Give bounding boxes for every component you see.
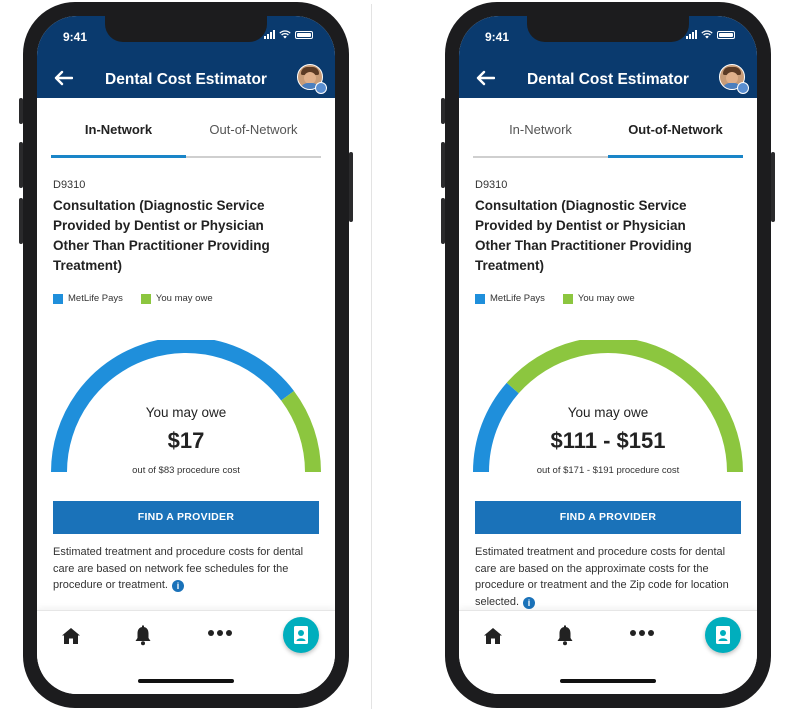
profile-card-button[interactable]: [283, 617, 319, 653]
page-title: Dental Cost Estimator: [527, 71, 689, 88]
wifi-icon: [279, 30, 291, 39]
wifi-icon: [701, 30, 713, 39]
bottom-nav: [459, 610, 757, 694]
legend-swatch-pays: [475, 293, 485, 304]
procedure-code: D9310: [475, 179, 508, 191]
status-icons: [264, 30, 313, 39]
profile-card-icon: [294, 626, 308, 644]
estimate-label: You may owe: [145, 405, 227, 420]
battery-icon: [717, 31, 735, 39]
home-indicator: [138, 679, 234, 683]
disclaimer-body: Estimated treatment and procedure costs …: [475, 546, 729, 608]
device-notch: [527, 16, 689, 42]
legend-metlife-pays: MetLife Pays: [475, 293, 545, 304]
legend-swatch-pays: [53, 293, 63, 304]
procedure-title: Consultation (Diagnostic Service Provide…: [475, 198, 692, 273]
legend-swatch-owe: [562, 293, 573, 304]
device-side-button: [441, 98, 445, 124]
legend: MetLife Pays You may owe: [475, 293, 653, 304]
tab-in-network[interactable]: In-Network: [51, 112, 186, 158]
profile-card-icon: [716, 626, 730, 644]
find-provider-button[interactable]: FIND A PROVIDER: [475, 501, 741, 534]
cellular-signal-icon: [264, 30, 275, 39]
info-icon[interactable]: i: [171, 580, 184, 592]
info-icon[interactable]: i: [523, 596, 536, 609]
network-tabs: In-Network Out-of-Network: [51, 112, 321, 158]
disclaimer-text: Estimated treatment and procedure costs …: [475, 544, 743, 610]
estimate-label: You may owe: [567, 405, 649, 420]
device-side-button: [349, 152, 353, 222]
legend-metlife-pays: MetLife Pays: [53, 293, 123, 304]
estimate-subtext: out of $83 procedure cost: [132, 465, 240, 476]
status-time: 9:41: [63, 30, 88, 44]
procedure-code: D9310: [53, 179, 86, 191]
device-side-button: [441, 198, 445, 244]
legend-label-pays: MetLife Pays: [68, 293, 123, 304]
legend: MetLife Pays You may owe: [53, 293, 231, 304]
device-side-button: [19, 142, 23, 188]
legend-label-owe: You may owe: [155, 293, 213, 304]
device-side-button: [441, 142, 445, 188]
legend-label-owe: You may owe: [577, 293, 635, 304]
profile-card-button[interactable]: [705, 617, 741, 653]
avatar-badge-icon: [315, 82, 327, 94]
more-icon[interactable]: [629, 629, 655, 637]
device-side-button: [19, 198, 23, 244]
legend-you-may-owe: You may owe: [562, 293, 635, 304]
app-screen: 9:41 Dental Cost Estimator In-Network Ou…: [37, 16, 335, 694]
tab-in-network[interactable]: In-Network: [473, 112, 608, 156]
estimate-subtext: out of $171 - $191 procedure cost: [536, 465, 680, 476]
home-icon[interactable]: [61, 627, 81, 645]
legend-swatch-owe: [140, 293, 151, 304]
network-tabs: In-Network Out-of-Network: [473, 112, 743, 158]
estimate-amount: $111 - $151: [550, 428, 666, 453]
phone-frame-in-network: 9:41 Dental Cost Estimator In-Network Ou…: [19, 2, 353, 708]
procedure-title: Consultation (Diagnostic Service Provide…: [53, 198, 270, 273]
disclaimer-text: Estimated treatment and procedure costs …: [53, 544, 321, 594]
bell-icon[interactable]: [556, 625, 574, 646]
legend-you-may-owe: You may owe: [140, 293, 213, 304]
more-icon[interactable]: [207, 629, 233, 637]
home-indicator: [560, 679, 656, 683]
device-notch: [105, 16, 267, 42]
estimate-amount: $17: [167, 428, 205, 453]
find-provider-button[interactable]: FIND A PROVIDER: [53, 501, 319, 534]
legend-label-pays: MetLife Pays: [490, 293, 545, 304]
cellular-signal-icon: [686, 30, 697, 39]
device-side-button: [19, 98, 23, 124]
avatar-badge-icon: [737, 82, 749, 94]
battery-icon: [295, 31, 313, 39]
page-title: Dental Cost Estimator: [105, 71, 267, 88]
status-icons: [686, 30, 735, 39]
home-icon[interactable]: [483, 627, 503, 645]
bell-icon[interactable]: [134, 625, 152, 646]
panel-divider: [371, 4, 372, 709]
phone-frame-out-of-network: 9:41 Dental Cost Estimator In-Network Ou…: [441, 2, 775, 708]
app-screen: 9:41 Dental Cost Estimator In-Network Ou…: [459, 16, 757, 694]
bottom-nav: [37, 610, 335, 694]
device-side-button: [771, 152, 775, 222]
status-time: 9:41: [485, 30, 510, 44]
tab-out-of-network[interactable]: Out-of-Network: [608, 112, 743, 158]
tab-out-of-network[interactable]: Out-of-Network: [186, 112, 321, 156]
